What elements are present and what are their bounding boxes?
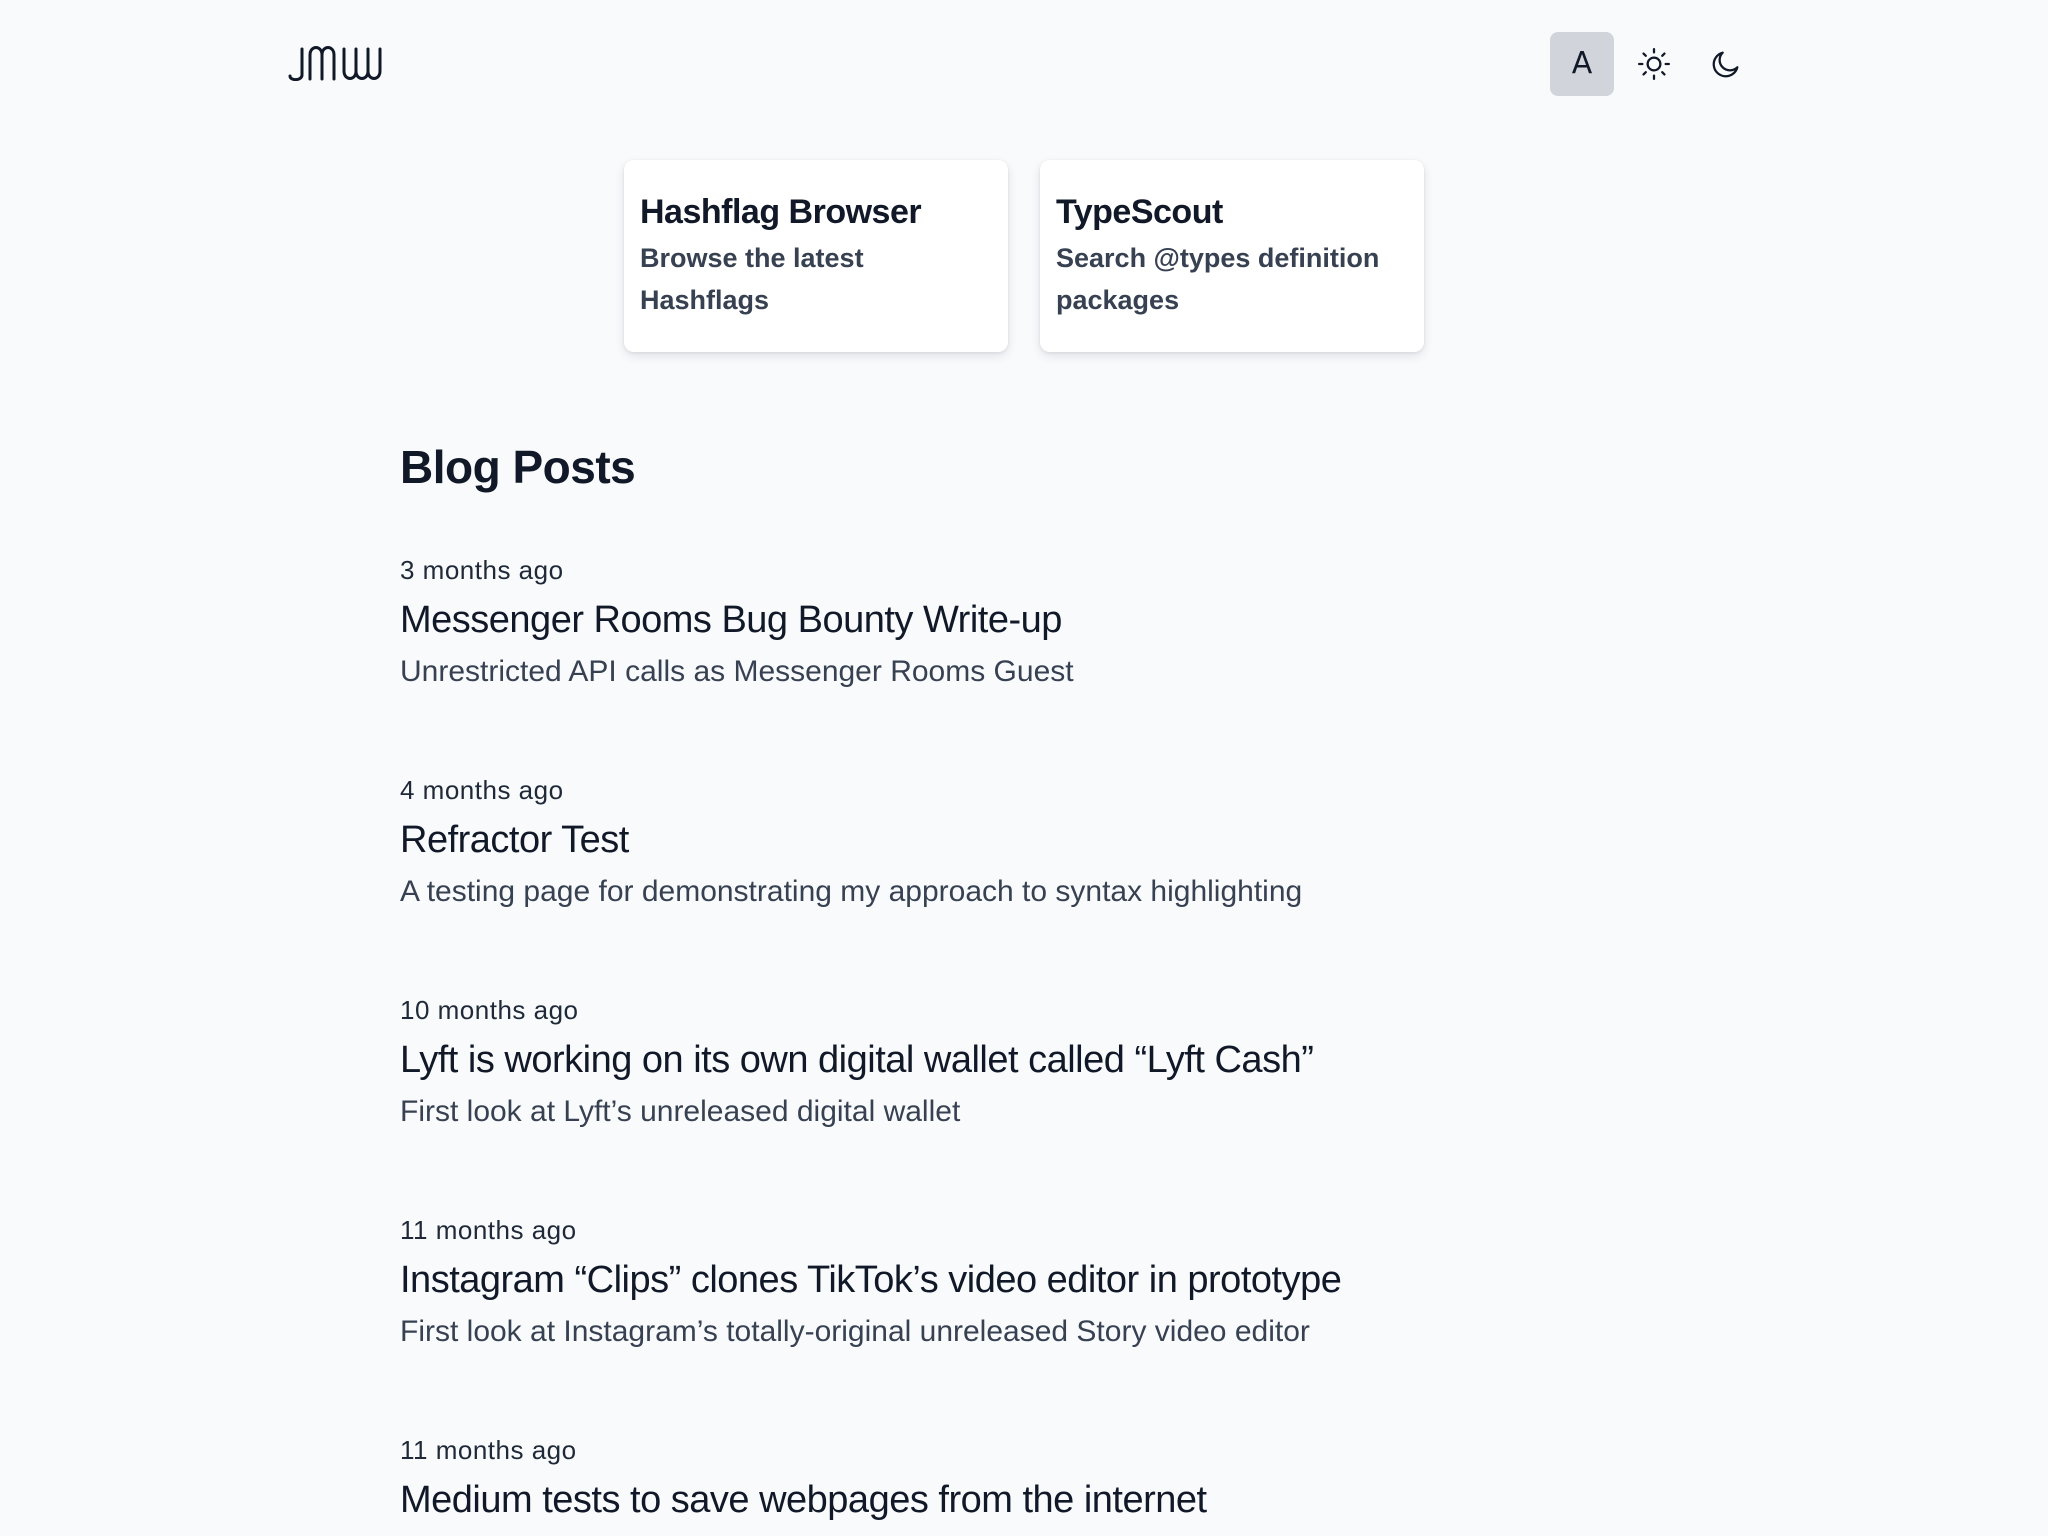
- project-card-hashflag-browser[interactable]: Hashflag Browser Browse the latest Hashf…: [624, 160, 1008, 352]
- site-logo[interactable]: [288, 45, 392, 82]
- site-header: A: [0, 0, 2048, 128]
- blog-post-item: 11 months ago Medium tests to save webpa…: [400, 1434, 1648, 1528]
- post-title-link[interactable]: Lyft is working on its own digital walle…: [400, 1032, 1648, 1088]
- post-title-link[interactable]: Messenger Rooms Bug Bounty Write-up: [400, 592, 1648, 648]
- auto-theme-icon: A: [1571, 46, 1593, 81]
- post-description: A testing page for demonstrating my appr…: [400, 875, 1303, 908]
- project-card-typescout[interactable]: TypeScout Search @types definition packa…: [1040, 160, 1424, 352]
- blog-heading: Blog Posts: [400, 441, 636, 493]
- blog-post-item: 3 months ago Messenger Rooms Bug Bounty …: [400, 554, 1648, 696]
- light-theme-button[interactable]: [1622, 32, 1686, 96]
- project-card-title: TypeScout: [1056, 193, 1223, 231]
- blog-section: Blog Posts 3 months ago Messenger Rooms …: [400, 430, 1648, 1521]
- project-card-title: Hashflag Browser: [640, 193, 922, 231]
- blog-post-item: 10 months ago Lyft is working on its own…: [400, 994, 1648, 1136]
- post-description: First look at Lyft’s unreleased digital …: [400, 1095, 961, 1128]
- post-title-link[interactable]: Refractor Test: [400, 812, 1648, 868]
- project-card-description: Browse the latest Hashflags: [640, 242, 864, 315]
- theme-switcher: A: [1550, 32, 1758, 96]
- moon-icon: [1712, 51, 1739, 78]
- post-date: 4 months ago: [400, 775, 564, 805]
- post-date: 10 months ago: [400, 995, 579, 1025]
- logo-mark-icon: [288, 46, 382, 82]
- sun-icon: [1637, 47, 1671, 81]
- dark-theme-button[interactable]: [1694, 32, 1758, 96]
- post-title-link[interactable]: Medium tests to save webpages from the i…: [400, 1472, 1648, 1528]
- post-description: First look at Instagram’s totally-origin…: [400, 1315, 1310, 1348]
- project-card-description: Search @types definition packages: [1056, 242, 1380, 315]
- blog-post-item: 4 months ago Refractor Test A testing pa…: [400, 774, 1648, 916]
- blog-post-item: 11 months ago Instagram “Clips” clones T…: [400, 1214, 1648, 1356]
- post-date: 3 months ago: [400, 555, 564, 585]
- post-title-link[interactable]: Instagram “Clips” clones TikTok’s video …: [400, 1252, 1648, 1308]
- project-cards: Hashflag Browser Browse the latest Hashf…: [624, 160, 1424, 352]
- post-date: 11 months ago: [400, 1215, 577, 1245]
- post-date: 11 months ago: [400, 1435, 577, 1465]
- auto-theme-button[interactable]: A: [1550, 32, 1614, 96]
- post-description: Unrestricted API calls as Messenger Room…: [400, 655, 1074, 688]
